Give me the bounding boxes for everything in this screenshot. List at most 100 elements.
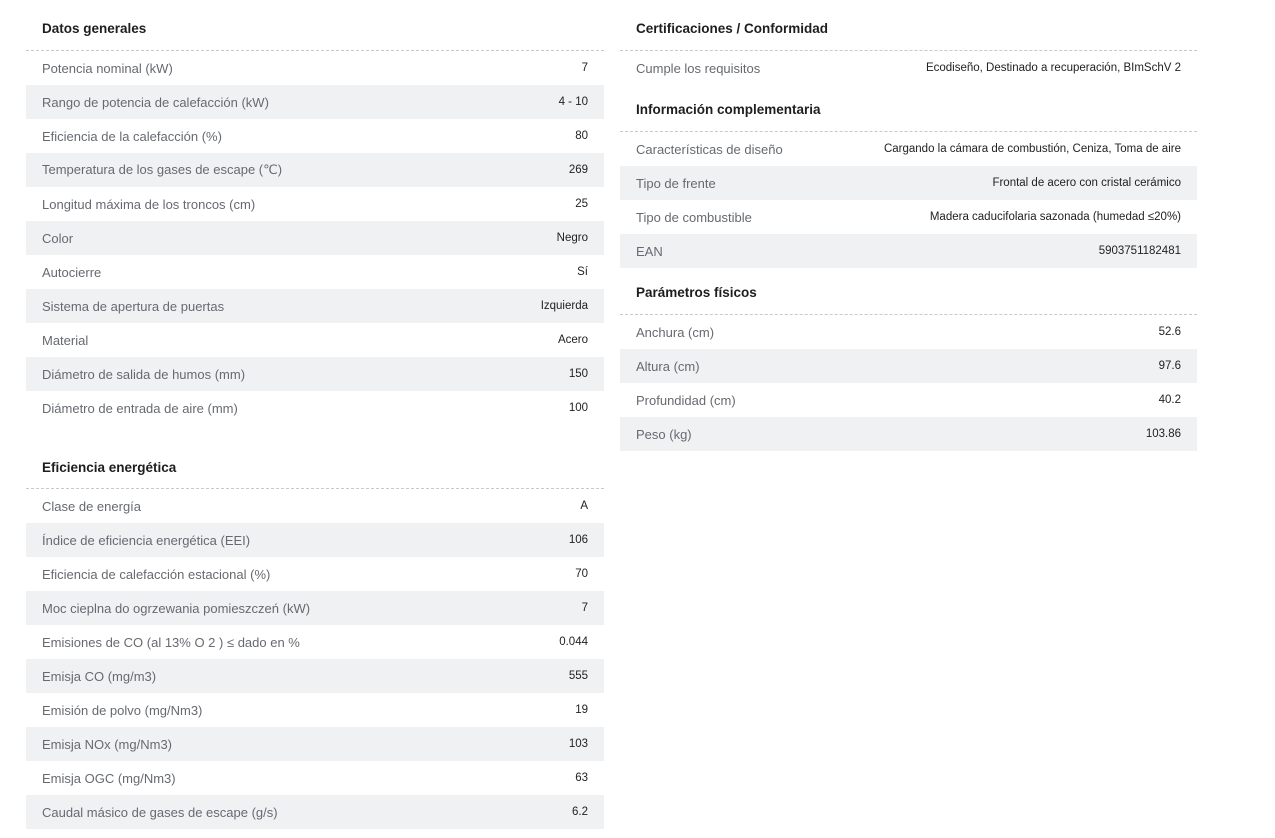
row-value: 6.2 xyxy=(572,806,588,818)
table-row: Anchura (cm) 52.6 xyxy=(620,315,1197,349)
section-title-physical: Parámetros físicos xyxy=(620,268,1197,315)
table-row: Tipo de frente Frontal de acero con crist… xyxy=(620,166,1197,200)
row-label: Color xyxy=(42,230,74,246)
row-label: Rango de potencia de calefacción (kW) xyxy=(42,94,269,110)
row-value: 25 xyxy=(575,198,588,210)
row-label: Caudal másico de gases de escape (g/s) xyxy=(42,804,278,820)
table-row: Diámetro de entrada de aire (mm) 100 xyxy=(26,391,604,425)
row-label: Material xyxy=(42,332,89,348)
row-label: Temperatura de los gases de escape (℃) xyxy=(42,162,283,177)
table-row: Autocierre Sí xyxy=(26,255,604,289)
row-label: Eficiencia de calefacción estacional (%) xyxy=(42,566,271,582)
table-row: Rango de potencia de calefacción (kW) 4 -… xyxy=(26,85,604,119)
table-row: EAN 5903751182481 xyxy=(620,234,1197,268)
row-value: 103.86 xyxy=(1145,428,1181,440)
row-value: Izquierda xyxy=(540,300,588,312)
row-label: Longitud máxima de los troncos (cm) xyxy=(42,196,256,212)
row-value: Sí xyxy=(577,266,588,278)
row-label: Peso (kg) xyxy=(636,426,692,442)
row-label: Diámetro de salida de humos (mm) xyxy=(42,366,246,382)
row-label: Emisja CO (mg/m3) xyxy=(42,668,157,684)
row-value: 19 xyxy=(575,704,588,716)
row-label: Eficiencia de la calefacción (%) xyxy=(42,128,222,144)
table-row: Características de diseño Cargando la cám… xyxy=(620,132,1197,166)
row-label: Índice de eficiencia energética (EEI) xyxy=(42,532,251,548)
left-column: Datos generales Potencia nominal (kW) 7 R… xyxy=(26,0,604,829)
table-row: Material Acero xyxy=(26,323,604,357)
general-table: Potencia nominal (kW) 7 Rango de potencia… xyxy=(26,51,604,425)
table-row: Temperatura de los gases de escape (℃) 26… xyxy=(26,153,604,187)
row-value: Madera caducifolaria sazonada (humedad ≤… xyxy=(929,211,1181,223)
row-value: 100 xyxy=(568,402,588,414)
row-label: Altura (cm) xyxy=(636,358,700,374)
row-label: EAN xyxy=(636,243,663,259)
section-title-complementary: Información complementaria xyxy=(620,85,1197,132)
row-value: 269 xyxy=(568,164,588,176)
row-label: Emisiones de CO (al 13% O 2 ) ≤ dado en … xyxy=(42,634,300,650)
row-label: Moc cieplna do ogrzewania pomieszczeń (k… xyxy=(42,600,311,616)
row-value: 52.6 xyxy=(1158,326,1181,338)
table-row: Sistema de apertura de puertas Izquierda xyxy=(26,289,604,323)
complementary-table: Características de diseño Cargando la cám… xyxy=(620,132,1197,268)
table-row: Emisja NOx (mg/Nm3) 103 xyxy=(26,727,604,761)
table-row: Emisiones de CO (al 13% O 2 ) ≤ dado en … xyxy=(26,625,604,659)
row-label: Profundidad (cm) xyxy=(636,392,736,408)
row-value: Cargando la cámara de combustión, Ceniza… xyxy=(883,143,1181,155)
row-value: 4 - 10 xyxy=(558,96,588,108)
row-label: Anchura (cm) xyxy=(636,324,715,340)
row-label: Emisja OGC (mg/Nm3) xyxy=(42,770,176,786)
row-value: 70 xyxy=(575,568,588,580)
table-row: Emisja OGC (mg/Nm3) 63 xyxy=(26,761,604,795)
table-row: Moc cieplna do ogrzewania pomieszczeń (k… xyxy=(26,591,604,625)
row-label: Clase de energía xyxy=(42,498,142,514)
row-label: Tipo de combustible xyxy=(636,209,752,225)
table-row: Diámetro de salida de humos (mm) 150 xyxy=(26,357,604,391)
table-row: Cumple los requisitos Ecodiseño, Destinad… xyxy=(620,51,1197,85)
table-row: Caudal másico de gases de escape (g/s) 6.… xyxy=(26,795,604,829)
row-label: Tipo de frente xyxy=(636,175,716,191)
section-title-certifications: Certificaciones / Conformidad xyxy=(620,0,1197,51)
row-value: Frontal de acero con cristal cerámico xyxy=(992,177,1181,189)
row-label: Cumple los requisitos xyxy=(636,60,761,76)
right-column: Certificaciones / Conformidad Cumple los… xyxy=(620,0,1197,451)
table-row: Tipo de combustible Madera caducifolaria … xyxy=(620,200,1197,234)
row-label: Características de diseño xyxy=(636,141,783,157)
table-row: Eficiencia de la calefacción (%) 80 xyxy=(26,119,604,153)
row-value: 40.2 xyxy=(1158,394,1181,406)
row-value: 0.044 xyxy=(559,636,588,648)
row-value: Negro xyxy=(556,232,588,244)
physical-table: Anchura (cm) 52.6 Altura (cm) 97.6 Profund… xyxy=(620,315,1197,451)
certifications-table: Cumple los requisitos Ecodiseño, Destinad… xyxy=(620,51,1197,85)
row-value: 555 xyxy=(568,670,588,682)
row-value: 97.6 xyxy=(1158,360,1181,372)
table-row: Eficiencia de calefacción estacional (%)… xyxy=(26,557,604,591)
row-value: Ecodiseño, Destinado a recuperación, BIm… xyxy=(925,62,1181,74)
table-row: Potencia nominal (kW) 7 xyxy=(26,51,604,85)
table-row: Profundidad (cm) 40.2 xyxy=(620,383,1197,417)
table-row: Índice de eficiencia energética (EEI) 106 xyxy=(26,523,604,557)
row-value: 63 xyxy=(575,772,588,784)
row-value: 7 xyxy=(581,602,588,614)
row-value: 103 xyxy=(568,738,588,750)
row-value: A xyxy=(580,500,588,512)
row-label: Sistema de apertura de puertas xyxy=(42,298,225,314)
row-value: 7 xyxy=(581,62,588,74)
row-value: 150 xyxy=(568,368,588,380)
energy-table: Clase de energía A Índice de eficiencia e… xyxy=(26,489,604,829)
table-row: Longitud máxima de los troncos (cm) 25 xyxy=(26,187,604,221)
table-row: Peso (kg) 103.86 xyxy=(620,417,1197,451)
table-row: Emisión de polvo (mg/Nm3) 19 xyxy=(26,693,604,727)
row-value: Acero xyxy=(557,334,588,346)
row-label: Potencia nominal (kW) xyxy=(42,60,173,76)
table-row: Emisja CO (mg/m3) 555 xyxy=(26,659,604,693)
row-label: Emisja NOx (mg/Nm3) xyxy=(42,736,173,752)
table-row: Color Negro xyxy=(26,221,604,255)
section-title-general: Datos generales xyxy=(26,0,604,51)
section-title-energy: Eficiencia energética xyxy=(26,425,604,489)
row-label: Diámetro de entrada de aire (mm) xyxy=(42,400,238,416)
table-row: Clase de energía A xyxy=(26,489,604,523)
row-value: 106 xyxy=(568,534,588,546)
row-label: Emisión de polvo (mg/Nm3) xyxy=(42,702,203,718)
row-value: 80 xyxy=(575,130,588,142)
row-label: Autocierre xyxy=(42,264,102,280)
